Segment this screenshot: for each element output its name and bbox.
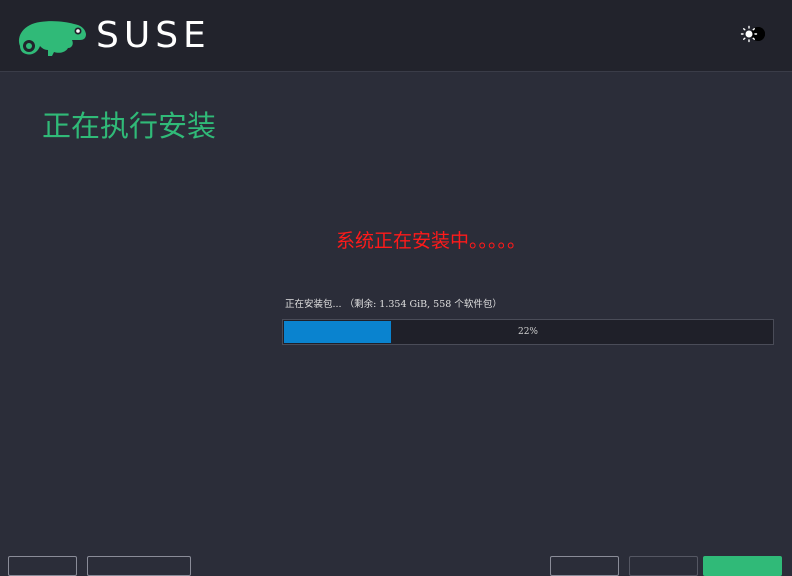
top-header: SUSE	[0, 0, 792, 72]
back-button[interactable]	[629, 556, 698, 576]
sun-moon-toggle-icon[interactable]	[740, 25, 766, 43]
progress-percent: 22%	[517, 327, 538, 337]
brand-name: SUSE	[96, 15, 211, 56]
abort-button[interactable]	[550, 556, 619, 576]
install-progress-bar: 22%	[282, 319, 774, 345]
help-button[interactable]	[8, 556, 77, 576]
install-status-message: 系统正在安装中。。。。。	[336, 230, 527, 252]
chameleon-logo-icon	[18, 21, 86, 56]
release-notes-button[interactable]	[87, 556, 191, 576]
progress-label: 正在安装包... （剩余: 1.354 GiB, 558 个软件包）	[285, 299, 502, 310]
page-title: 正在执行安装	[42, 109, 217, 143]
next-button[interactable]	[703, 556, 782, 576]
